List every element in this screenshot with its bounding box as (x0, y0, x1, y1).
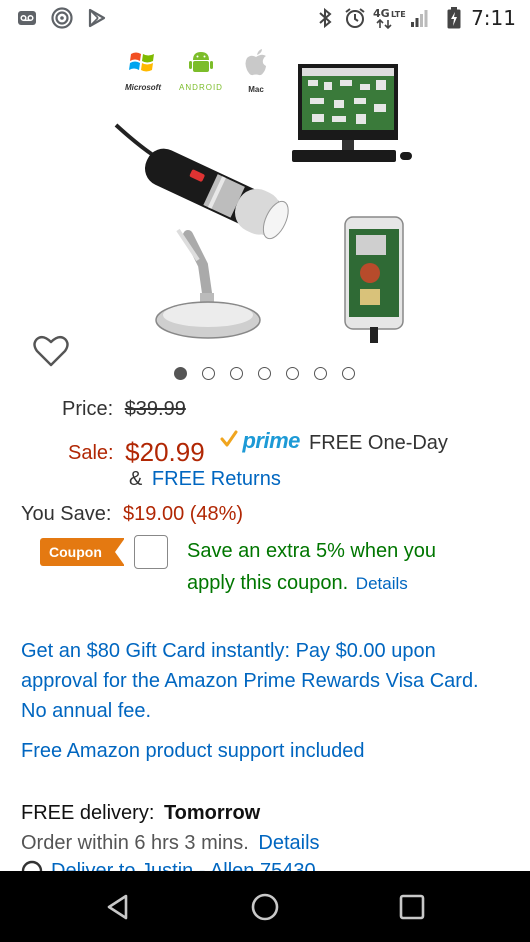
carousel-dot[interactable] (258, 367, 271, 380)
4g-lte-icon: 4G LTE (372, 6, 410, 30)
android-logo: ANDROID (176, 48, 226, 92)
home-button[interactable] (249, 891, 281, 923)
returns-row: & FREE Returns (129, 468, 281, 491)
list-price-row: Price: $39.99 (62, 398, 186, 421)
coupon-text-line2: apply this coupon. (187, 572, 349, 594)
apple-logo: Mac (236, 48, 276, 94)
svg-text:4G: 4G (373, 7, 390, 20)
voicemail-icon (16, 6, 38, 30)
you-save-label: You Save: (21, 503, 112, 525)
delivery-day: Tomorrow (163, 802, 261, 824)
alarm-icon (343, 6, 367, 30)
wishlist-heart-button[interactable] (33, 334, 71, 370)
status-bar: 4G LTE 7:11 (0, 0, 530, 38)
usb-microscope-image (114, 123, 289, 339)
windows-logo-icon (129, 52, 154, 72)
image-carousel-dots (0, 366, 530, 382)
carousel-dot[interactable] (342, 367, 355, 380)
carousel-dot[interactable] (174, 367, 187, 380)
android-caption: ANDROID (179, 83, 223, 92)
phone-image (344, 216, 404, 343)
sale-price-row: Sale: $20.99 (68, 435, 205, 467)
clock: 7:11 (471, 6, 516, 30)
carousel-dot[interactable] (286, 367, 299, 380)
cast-icon (50, 6, 74, 30)
android-navigation-bar (0, 871, 530, 942)
product-support-link[interactable]: Free Amazon product support included (21, 740, 365, 763)
sale-price: $20.99 (125, 437, 205, 467)
you-save-row: You Save: $19.00 (48%) (21, 503, 243, 526)
home-circle-icon (251, 893, 279, 921)
windows-caption: Microsoft (125, 83, 161, 92)
back-triangle-icon (107, 894, 128, 920)
recents-button[interactable] (396, 891, 428, 923)
free-returns-link[interactable]: FREE Returns (152, 468, 281, 490)
delivery-details-link[interactable]: Details (258, 832, 319, 854)
recents-square-icon (399, 894, 425, 920)
coupon-text-line2-row: apply this coupon. Details (187, 572, 408, 595)
prime-label: prime (242, 428, 300, 453)
sale-label: Sale: (68, 442, 114, 464)
delivery-row: FREE delivery: Tomorrow (21, 802, 260, 825)
android-logo-icon (189, 52, 213, 72)
back-button[interactable] (102, 891, 134, 923)
svg-text:LTE: LTE (391, 10, 406, 19)
shipping-text: FREE One-Day (309, 432, 448, 454)
gift-card-offer-link[interactable]: Get an $80 Gift Card instantly: Pay $0.0… (21, 636, 501, 726)
coupon-checkbox[interactable] (134, 535, 168, 569)
savings-amount: $19.00 (48%) (123, 503, 244, 525)
carousel-dot[interactable] (230, 367, 243, 380)
bluetooth-icon (316, 6, 334, 30)
play-store-icon (86, 6, 108, 30)
coupon-badge: Coupon (40, 538, 125, 566)
monitor-image (292, 64, 412, 162)
mac-caption: Mac (248, 85, 264, 94)
order-countdown: Order within 6 hrs 3 mins. (21, 832, 249, 854)
coupon-details-link[interactable]: Details (356, 574, 408, 593)
prime-check-icon (220, 430, 238, 447)
heart-icon (33, 335, 69, 367)
os-compatibility-logos: Microsoft ANDROID Mac (118, 48, 278, 94)
list-price: $39.99 (124, 398, 186, 420)
windows-logo: Microsoft (118, 48, 168, 92)
prime-badge: prime (220, 428, 300, 454)
product-image[interactable]: Microsoft ANDROID Mac (0, 40, 530, 367)
delivery-prefix: FREE delivery: (21, 802, 155, 824)
apple-logo-icon (245, 49, 266, 76)
carousel-dot[interactable] (314, 367, 327, 380)
returns-prefix: & (129, 468, 143, 490)
order-within-row: Order within 6 hrs 3 mins. Details (21, 832, 320, 855)
carousel-dot[interactable] (202, 367, 215, 380)
battery-charging-icon (444, 6, 464, 30)
coupon-text-line1: Save an extra 5% when you (187, 540, 437, 562)
price-label: Price: (62, 398, 114, 420)
signal-icon (408, 6, 430, 30)
